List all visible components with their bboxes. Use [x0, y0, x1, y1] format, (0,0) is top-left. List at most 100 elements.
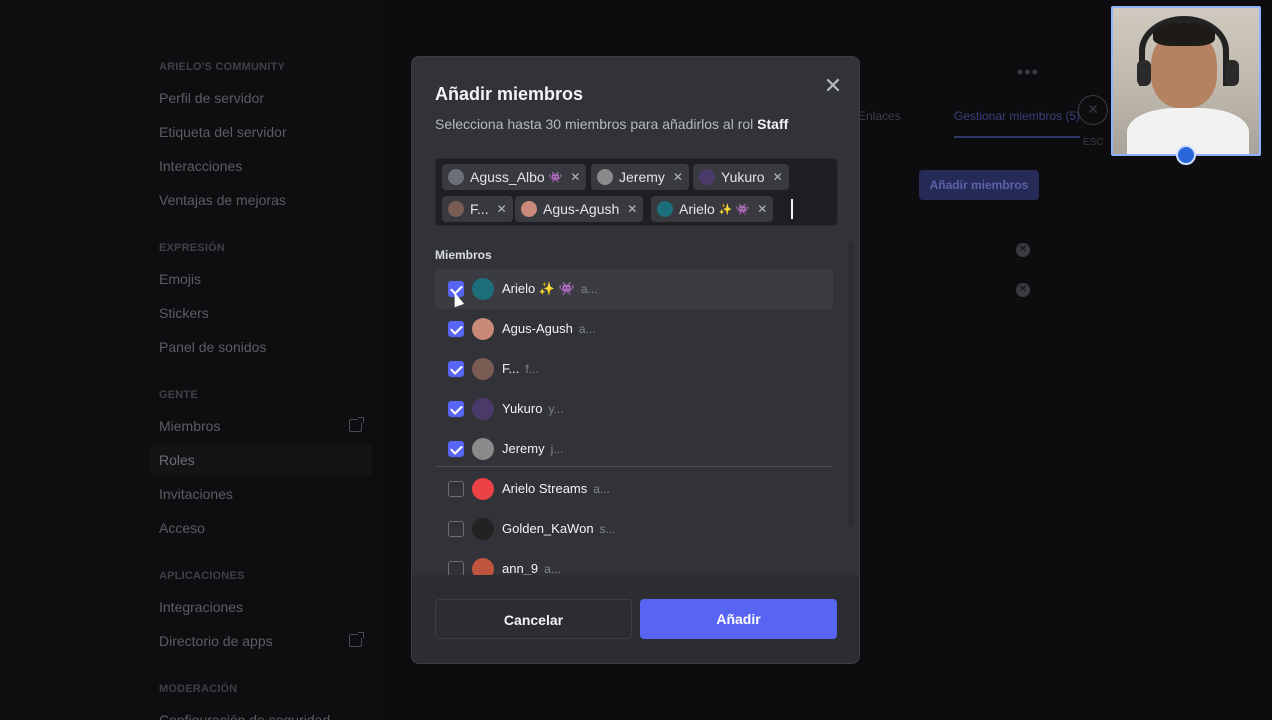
sidebar-item[interactable]: Perfil de servidor [150, 83, 372, 113]
member-display-name: Arielo Streams [502, 481, 588, 496]
sidebar-item[interactable]: Directorio de apps [150, 626, 372, 656]
member-username: s... [599, 522, 616, 536]
sidebar-section-header: GENTE [159, 389, 198, 401]
add-members-button-bg[interactable]: Añadir miembros [919, 170, 1039, 200]
member-name: Agus-Agush a... [502, 321, 596, 336]
server-settings-sidebar: ARIELO'S COMMUNITY Perfil de servidor Etiq… [0, 0, 380, 720]
member-row[interactable]: Arielo Streams a... [435, 469, 833, 509]
member-display-name: ann_9 [502, 561, 539, 575]
selected-member-chip: Jeremy ✕ [591, 164, 689, 190]
member-checkbox[interactable] [448, 521, 464, 537]
member-name: F... f... [502, 361, 539, 376]
member-checkbox[interactable] [448, 321, 464, 337]
member-display-name: Golden_KaWon [502, 521, 594, 536]
member-username: y... [548, 402, 564, 416]
member-name: Jeremy j... [502, 441, 563, 456]
remove-chip-icon[interactable]: ✕ [570, 170, 580, 184]
add-button[interactable]: Añadir [640, 599, 837, 639]
sidebar-item[interactable]: Invitaciones [150, 479, 372, 509]
chip-emoji: 👾 [548, 171, 563, 184]
member-checkbox[interactable] [448, 361, 464, 377]
selected-member-chip: Agus-Agush ✕ [515, 196, 644, 222]
sidebar-item-label: Emojis [159, 271, 202, 287]
sidebar-item[interactable]: Roles [150, 445, 372, 475]
chip-label: F... [470, 201, 489, 217]
role-name: Staff [757, 116, 789, 132]
member-username: a... [580, 282, 598, 296]
sidebar-item[interactable]: Ventajas de mejoras [150, 185, 372, 215]
sidebar-item-label: Etiqueta del servidor [159, 124, 287, 140]
sidebar-item[interactable]: Acceso [150, 513, 372, 543]
tab-links[interactable]: Enlaces [858, 109, 901, 123]
chip-label: Aguss_Albo [470, 169, 545, 185]
remove-chip-icon[interactable]: ✕ [497, 202, 507, 216]
member-row[interactable]: Yukuro y... [435, 389, 833, 429]
member-row[interactable]: F... f... [435, 349, 833, 389]
scrollbar-thumb[interactable] [848, 242, 854, 525]
remove-chip-icon[interactable]: ✕ [673, 170, 683, 184]
text-caret [791, 199, 793, 219]
modal-footer: Cancelar Añadir [412, 575, 859, 663]
member-checkbox[interactable] [448, 441, 464, 457]
sidebar-item[interactable]: Configuración de seguridad [150, 705, 372, 720]
close-icon[interactable]: ✕ [822, 75, 844, 98]
webcam-badge-icon [1176, 145, 1196, 165]
sidebar-item[interactable]: Stickers [150, 298, 372, 328]
headset-ear-right [1225, 60, 1239, 86]
external-link-icon [349, 417, 364, 432]
cancel-button[interactable]: Cancelar [435, 599, 632, 639]
member-row[interactable]: Jeremy j... [435, 429, 833, 469]
sidebar-item[interactable]: Panel de sonidos [150, 332, 372, 362]
member-username: a... [593, 482, 610, 496]
sidebar-item-label: Ventajas de mejoras [159, 192, 286, 208]
sidebar-item[interactable]: Emojis [150, 264, 372, 294]
person-hair [1153, 22, 1215, 46]
member-row[interactable]: Arielo ✨ 👾 a... [435, 269, 833, 309]
member-avatar [521, 201, 537, 217]
remove-chip-icon[interactable]: ✕ [773, 170, 783, 184]
member-checkbox[interactable] [448, 401, 464, 417]
tab-manage-members[interactable]: Gestionar miembros (5) [954, 109, 1081, 138]
member-name: Arielo Streams a... [502, 481, 610, 496]
members-list[interactable]: Arielo ✨ 👾 a... Agus-Agush a... F... f... Yuku… [435, 269, 835, 575]
member-name: Yukuro y... [502, 401, 564, 416]
sidebar-item-label: Roles [159, 452, 195, 468]
member-checkbox[interactable] [448, 561, 464, 575]
sidebar-item-label: Stickers [159, 305, 209, 321]
member-row[interactable]: Agus-Agush a... [435, 309, 833, 349]
member-username: f... [525, 362, 539, 376]
sidebar-section-header: ARIELO'S COMMUNITY [159, 61, 285, 73]
sidebar-section-header: APLICACIONES [159, 570, 245, 582]
sidebar-item[interactable]: Etiqueta del servidor [150, 117, 372, 147]
member-avatar [448, 169, 464, 185]
sidebar-item-label: Acceso [159, 520, 205, 536]
sidebar-item[interactable]: Interacciones [150, 151, 372, 181]
member-row[interactable]: Golden_KaWon s... [435, 509, 833, 549]
sidebar-item[interactable]: Integraciones [150, 592, 372, 622]
remove-member-icon[interactable]: ✕ [1016, 243, 1030, 257]
member-name: Golden_KaWon s... [502, 521, 616, 536]
sidebar-item-label: Perfil de servidor [159, 90, 265, 106]
selected-members-input[interactable]: Aguss_Albo 👾 ✕ Jeremy ✕ Yukuro ✕ F... ✕ Agus-Agus… [435, 158, 838, 226]
remove-chip-icon[interactable]: ✕ [757, 202, 767, 216]
sidebar-item-label: Integraciones [159, 599, 244, 615]
remove-member-icon[interactable]: ✕ [1016, 283, 1030, 297]
chip-label: Arielo [679, 201, 715, 217]
more-options-icon[interactable]: ••• [1017, 62, 1039, 83]
remove-chip-icon[interactable]: ✕ [627, 202, 637, 216]
selected-member-chip: F... ✕ [442, 196, 513, 222]
member-avatar [472, 478, 494, 500]
selected-member-chip: Yukuro ✕ [693, 164, 789, 190]
esc-close-icon[interactable]: ✕ [1078, 95, 1108, 125]
member-row[interactable]: ann_9 a... [435, 549, 833, 575]
sidebar-item-label: Configuración de seguridad [159, 712, 331, 720]
sidebar-item[interactable]: Miembros [150, 411, 372, 441]
member-avatar [472, 558, 494, 575]
sidebar-item-label: Directorio de apps [159, 633, 273, 649]
member-avatar [699, 169, 715, 185]
headset-ear-left [1137, 60, 1151, 86]
scrollbar[interactable] [848, 242, 854, 525]
member-name: ann_9 a... [502, 561, 561, 575]
member-checkbox[interactable] [448, 481, 464, 497]
selected-member-chip: Aguss_Albo 👾 ✕ [442, 164, 587, 190]
